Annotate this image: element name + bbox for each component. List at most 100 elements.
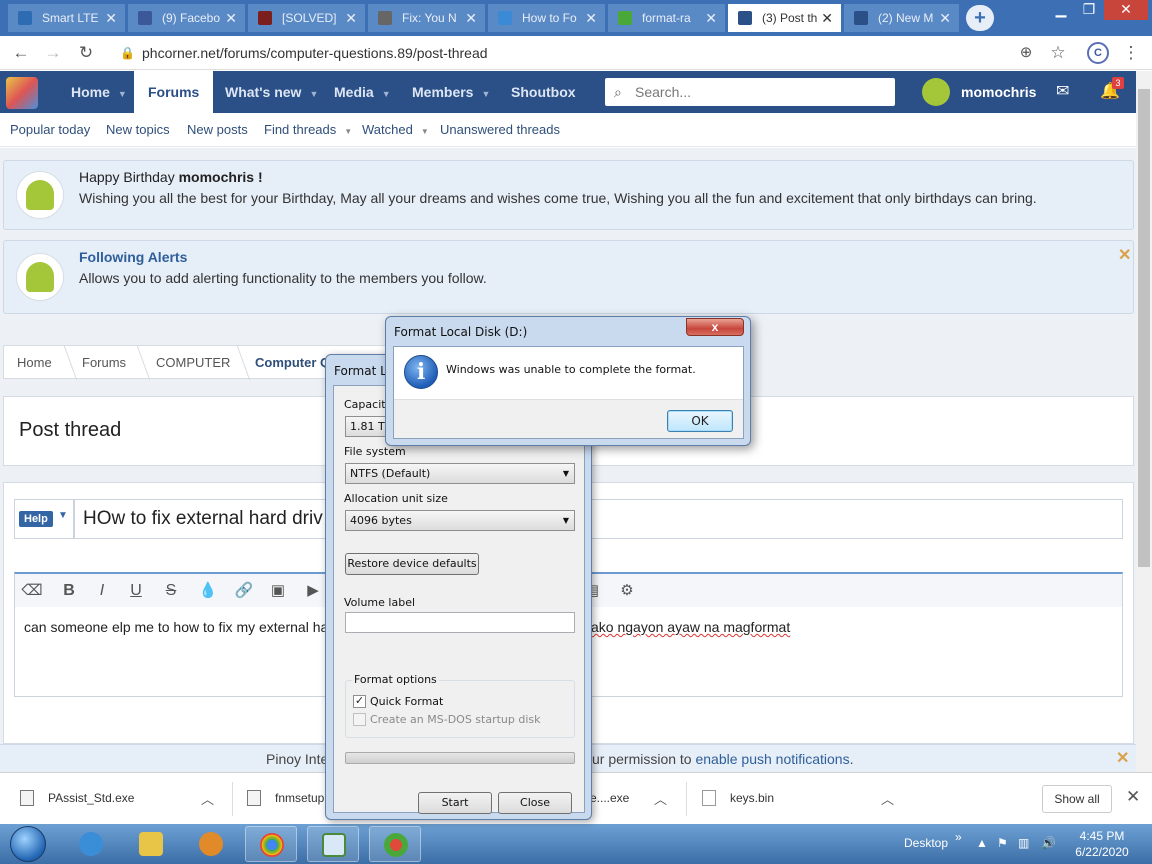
page-scrollbar[interactable] [1136, 71, 1152, 772]
allocation-select[interactable]: 4096 bytes ▼ [345, 510, 575, 531]
tray-expand-icon[interactable]: ▲ [976, 836, 988, 850]
volume-icon[interactable]: 🔊 [1041, 836, 1056, 850]
chevron-up-icon[interactable]: ︿ [654, 789, 667, 808]
nav-members[interactable]: Members ▼ [412, 71, 490, 113]
browser-tab[interactable]: [SOLVED] ✕ [248, 4, 366, 32]
restore-defaults-button[interactable]: Restore device defaults [345, 553, 479, 575]
chevron-down-icon[interactable]: ▼ [382, 89, 391, 99]
browser-tab[interactable]: (2) New M ✕ [844, 4, 960, 32]
color-drop-icon[interactable]: 💧 [197, 580, 219, 602]
chevron-up-icon[interactable]: ︿ [201, 789, 214, 808]
new-tab-button[interactable]: + [966, 5, 994, 31]
underline-icon[interactable]: U [125, 580, 147, 602]
avatar[interactable] [922, 78, 950, 106]
close-icon[interactable]: ✕ [225, 4, 237, 32]
start-button[interactable] [10, 826, 46, 862]
thread-title-input[interactable]: HOw to fix external hard driv [74, 499, 1123, 539]
browser-tab[interactable]: How to Fo ✕ [488, 4, 606, 32]
minimize-button[interactable]: ▁ [1046, 0, 1076, 20]
menu-dots-icon[interactable]: ⋮ [1120, 42, 1142, 64]
close-icon[interactable]: ✕ [1116, 748, 1129, 768]
close-icon[interactable]: ✕ [345, 4, 357, 32]
ok-button[interactable]: OK [667, 410, 733, 432]
volume-label-input[interactable] [345, 612, 575, 633]
close-button[interactable]: Close [498, 792, 572, 814]
italic-icon[interactable]: I [91, 580, 113, 602]
subnav-new-posts[interactable]: New posts [187, 113, 248, 147]
url-field[interactable]: 🔒 phcorner.net/forums/computer-questions.… [110, 41, 1010, 65]
msdos-checkbox[interactable] [353, 713, 366, 726]
desktop-toolbar[interactable]: Desktop [904, 836, 948, 850]
chevron-up-icon[interactable]: ︿ [881, 789, 894, 808]
close-icon[interactable]: ✕ [939, 4, 951, 32]
forward-arrow-icon[interactable]: → [42, 42, 64, 64]
taskbar-app-ie[interactable] [65, 826, 117, 862]
close-icon[interactable]: ✕ [705, 4, 717, 32]
prefix-select[interactable]: Help ▼ [14, 499, 74, 539]
breadcrumb-computer-questions[interactable]: Computer Q [255, 346, 330, 380]
flag-icon[interactable]: ⚑ [997, 836, 1008, 850]
chevron-right-icon[interactable]: » [955, 830, 962, 844]
system-clock[interactable]: 4:45 PM 6/22/2020 [1072, 828, 1132, 860]
network-icon[interactable]: ▥ [1018, 836, 1029, 850]
nav-forums[interactable]: Forums [134, 71, 214, 113]
subnav-find-threads[interactable]: Find threads ▼ [264, 113, 352, 147]
close-icon[interactable]: ✕ [1118, 245, 1131, 265]
nav-media[interactable]: Media ▼ [334, 71, 391, 113]
close-icon[interactable]: ✕ [1126, 787, 1140, 807]
username[interactable]: momochris [961, 71, 1036, 113]
scrollbar-thumb[interactable] [1138, 89, 1150, 567]
file-system-select[interactable]: NTFS (Default) ▼ [345, 463, 575, 484]
chevron-down-icon[interactable]: ▼ [118, 89, 127, 99]
chevron-down-icon[interactable]: ▼ [481, 89, 490, 99]
browser-tab[interactable]: format-ra ✕ [608, 4, 726, 32]
subnav-new-topics[interactable]: New topics [106, 113, 170, 147]
nav-home[interactable]: Home ▼ [71, 71, 127, 113]
nav-whats-new[interactable]: What's new ▼ [225, 71, 318, 113]
chevron-down-icon[interactable]: ▼ [309, 89, 318, 99]
following-alerts-title[interactable]: Following Alerts [79, 249, 187, 265]
browser-tab[interactable]: Fix: You N ✕ [368, 4, 486, 32]
eraser-icon[interactable]: ⌫ [21, 580, 43, 602]
chevron-down-icon[interactable]: ▼ [344, 127, 352, 136]
add-icon[interactable]: ⊕ [1015, 42, 1037, 64]
subnav-watched[interactable]: Watched ▼ [362, 113, 429, 147]
gear-icon[interactable]: ⚙ [616, 580, 638, 602]
media-icon[interactable]: ▶ [302, 580, 324, 602]
breadcrumb-computer[interactable]: COMPUTER [156, 346, 230, 380]
strikethrough-icon[interactable]: S [160, 580, 182, 602]
error-close-button[interactable]: x [686, 318, 744, 336]
taskbar-app-partition[interactable] [369, 826, 421, 862]
bold-icon[interactable]: B [58, 580, 80, 602]
maximize-button[interactable]: ❐ [1074, 0, 1104, 20]
site-logo[interactable] [6, 77, 38, 109]
chevron-down-icon[interactable]: ▼ [421, 127, 429, 136]
taskbar-app-tool[interactable] [307, 826, 359, 862]
envelope-icon[interactable]: ✉ [1056, 71, 1069, 113]
close-icon[interactable]: ✕ [821, 4, 833, 32]
browser-tab[interactable]: (9) Facebo ✕ [128, 4, 246, 32]
chevron-down-icon[interactable]: ▼ [58, 510, 68, 521]
close-icon[interactable]: ✕ [465, 4, 477, 32]
browser-tab-active[interactable]: (3) Post th ✕ [728, 4, 842, 32]
taskbar-app-chrome[interactable] [245, 826, 297, 862]
breadcrumb-home[interactable]: Home [17, 346, 52, 380]
nav-shoutbox[interactable]: Shoutbox [511, 71, 576, 113]
window-close-button[interactable]: ✕ [1104, 0, 1148, 20]
show-all-button[interactable]: Show all [1042, 785, 1112, 813]
back-arrow-icon[interactable]: ← [10, 42, 32, 64]
profile-avatar[interactable]: C [1087, 42, 1109, 64]
subnav-popular-today[interactable]: Popular today [10, 113, 90, 147]
search-input[interactable]: ⌕ Search... [605, 78, 895, 106]
subnav-unanswered-threads[interactable]: Unanswered threads [440, 113, 560, 147]
taskbar-app-explorer[interactable] [125, 826, 177, 862]
image-icon[interactable]: ▣ [267, 580, 289, 602]
taskbar-app-media[interactable] [185, 826, 237, 862]
close-icon[interactable]: ✕ [105, 4, 117, 32]
quick-format-checkbox[interactable]: ✓ [353, 695, 366, 708]
breadcrumb-forums[interactable]: Forums [82, 346, 126, 380]
start-button[interactable]: Start [418, 792, 492, 814]
star-icon[interactable]: ☆ [1047, 42, 1069, 64]
enable-push-link[interactable]: enable push notifications [695, 751, 849, 767]
reload-icon[interactable]: ↻ [75, 42, 97, 64]
